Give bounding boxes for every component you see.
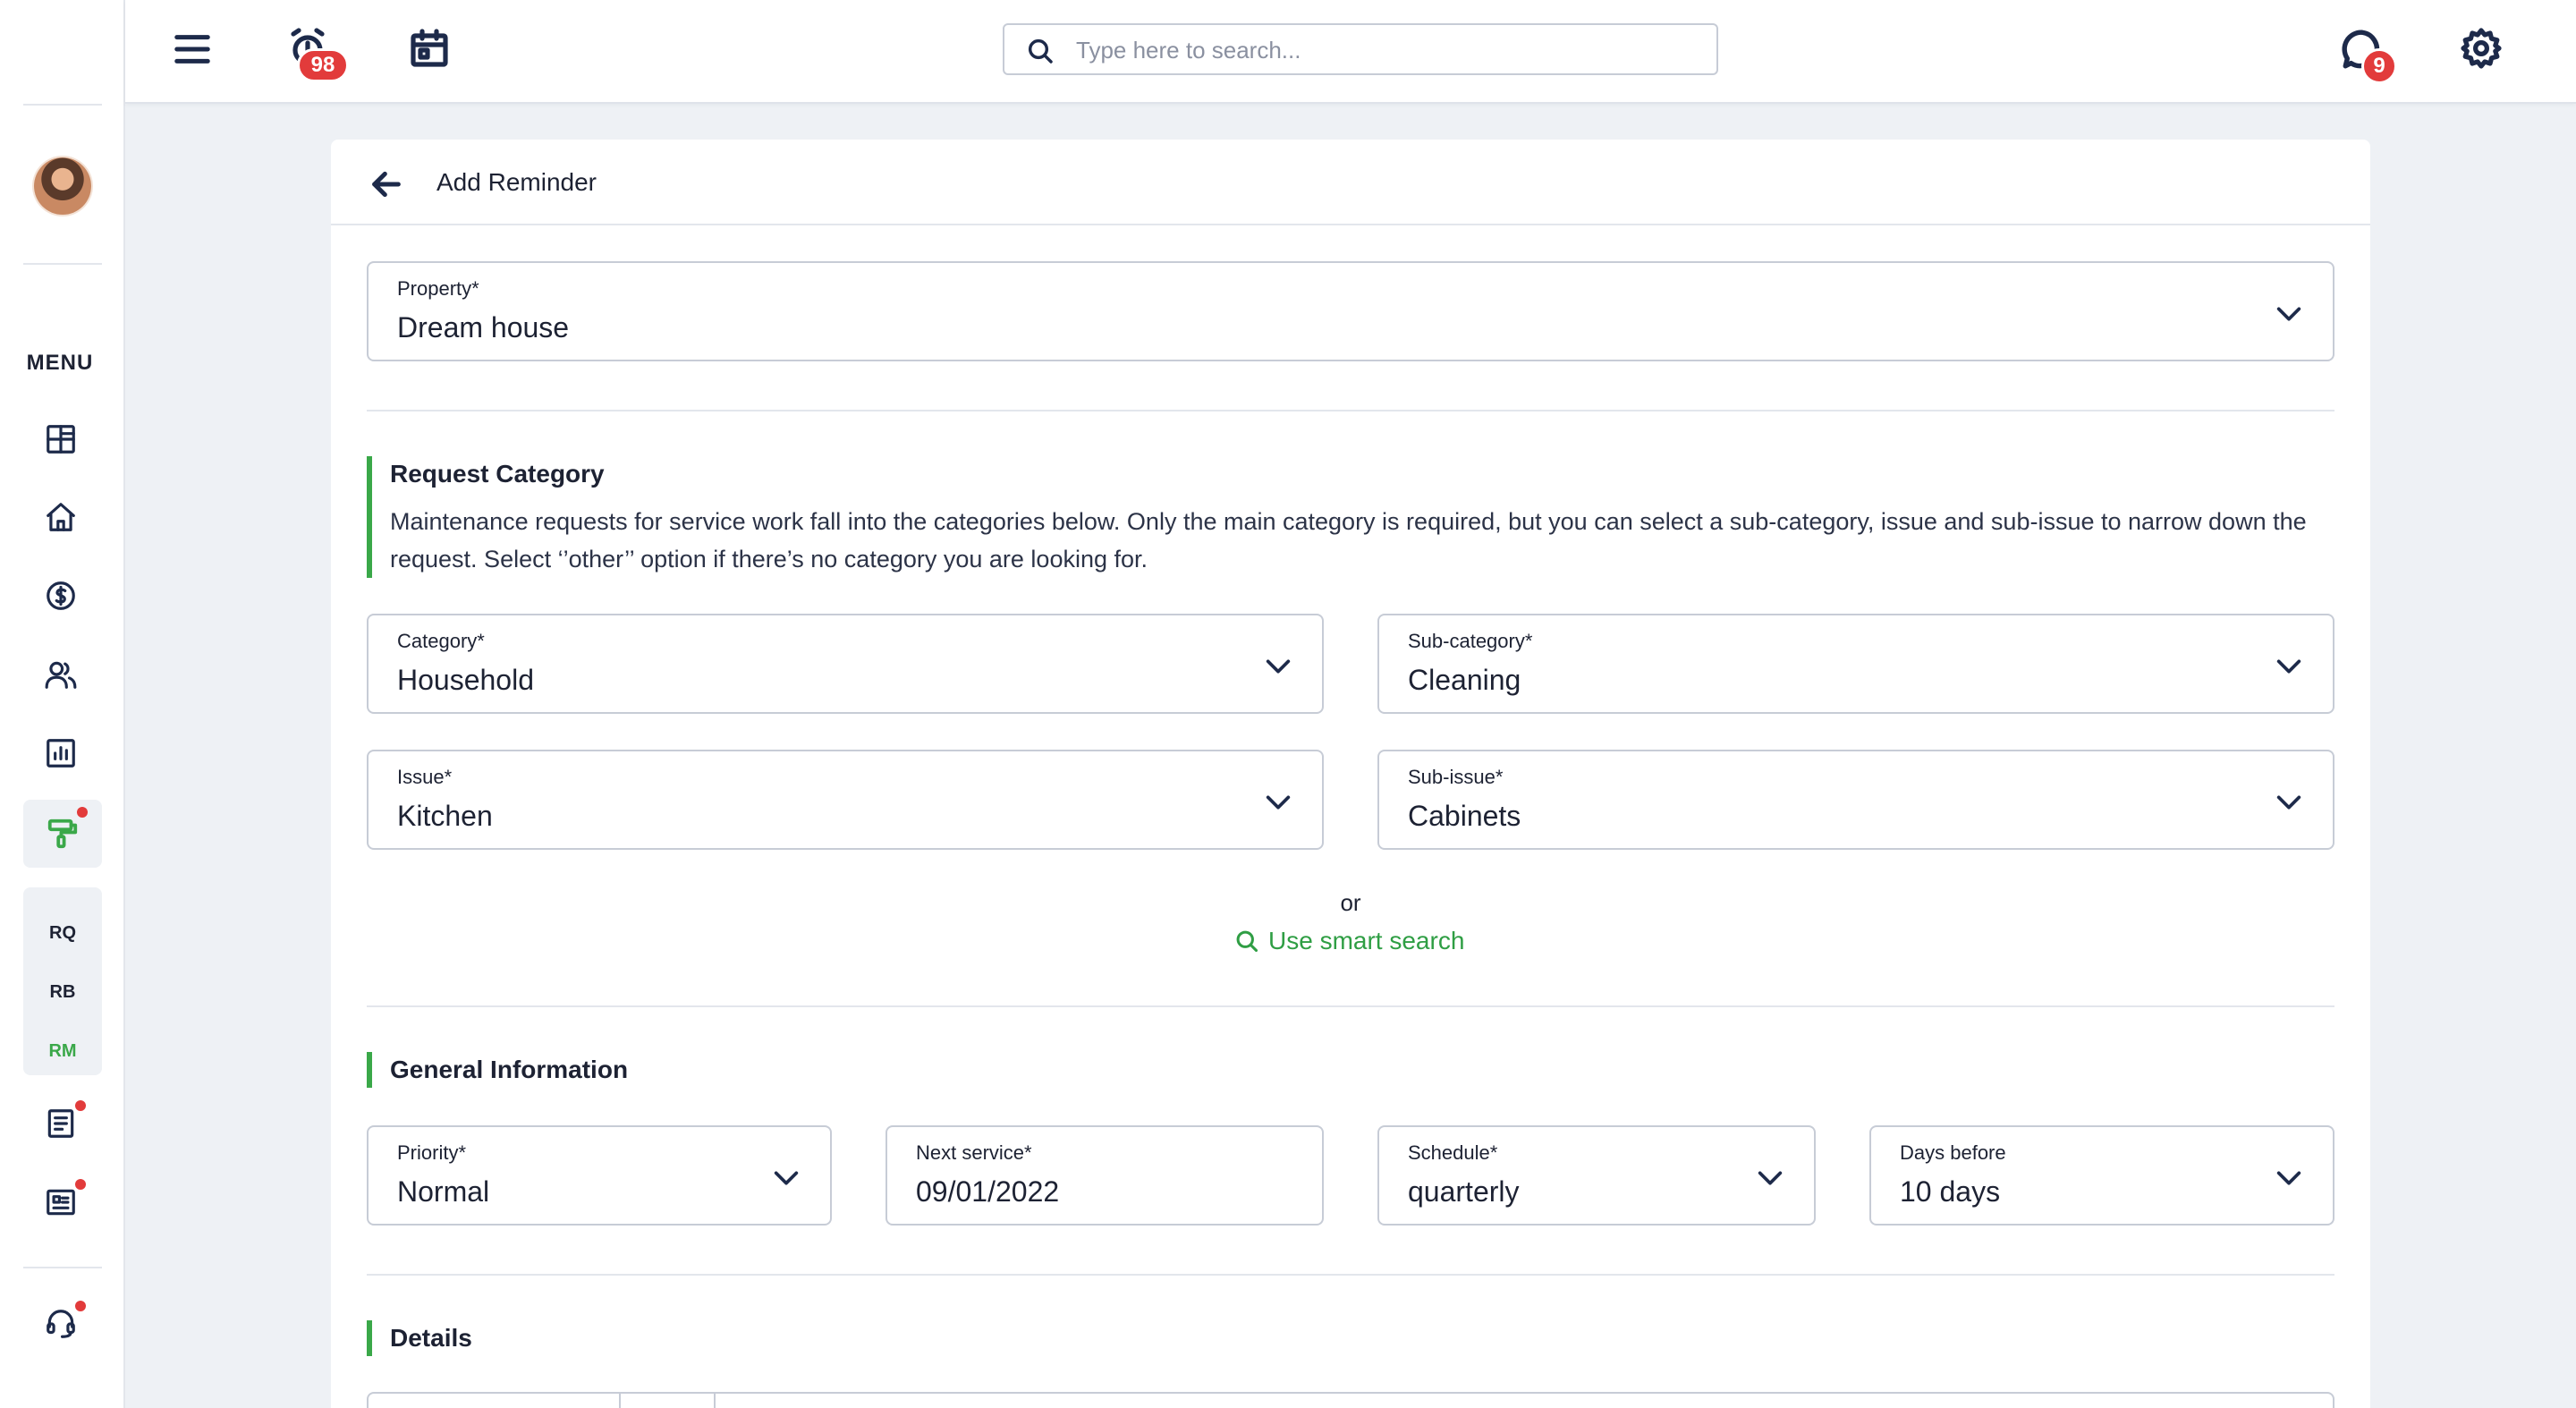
subissue-value: Cabinets xyxy=(1408,800,1521,832)
toolbar-separator xyxy=(619,1394,621,1408)
next-service-date-field[interactable]: Next service* 09/01/2022 xyxy=(886,1125,1324,1226)
back-arrow-icon[interactable] xyxy=(369,166,404,202)
schedule-value: quarterly xyxy=(1408,1175,1520,1208)
notification-dot xyxy=(75,1100,86,1111)
settings-gear-icon[interactable] xyxy=(2458,25,2504,72)
card-header: Add Reminder xyxy=(331,140,2370,225)
hamburger-menu-icon[interactable] xyxy=(170,27,215,72)
chevron-down-icon xyxy=(1263,651,1293,682)
next-service-label: Next service* xyxy=(916,1141,1032,1164)
submenu-item-rb[interactable]: RB xyxy=(23,982,102,1003)
sidebar-divider xyxy=(23,104,102,106)
subissue-label: Sub-issue* xyxy=(1408,766,1504,788)
subcategory-select[interactable]: Sub-category* Cleaning xyxy=(1377,614,2334,714)
section-divider xyxy=(367,410,2334,411)
support-headset-icon[interactable] xyxy=(39,1301,86,1345)
issue-select[interactable]: Issue* Kitchen xyxy=(367,750,1324,850)
schedule-select[interactable]: Schedule* quarterly xyxy=(1377,1125,1816,1226)
section-accent-bar xyxy=(367,1320,372,1356)
paint-roller-icon xyxy=(47,819,78,849)
chevron-down-icon xyxy=(2274,299,2304,329)
or-separator-text: or xyxy=(1340,889,1361,916)
days-before-label: Days before xyxy=(1900,1141,2006,1164)
chevron-down-icon xyxy=(1263,787,1293,818)
maintenance-nav-item[interactable] xyxy=(23,800,102,868)
section-accent-bar xyxy=(367,456,372,578)
document-icon[interactable] xyxy=(39,1100,86,1145)
chevron-down-icon xyxy=(2274,651,2304,682)
search-icon xyxy=(1028,38,1053,64)
request-category-title: Request Category xyxy=(390,460,605,488)
sidebar-divider xyxy=(23,263,102,265)
category-label: Category* xyxy=(397,630,485,652)
section-divider xyxy=(367,1274,2334,1276)
smart-search-link[interactable]: Use smart search xyxy=(1234,923,1464,959)
priority-value: Normal xyxy=(397,1175,490,1208)
days-before-select[interactable]: Days before 10 days xyxy=(1869,1125,2334,1226)
schedule-label: Schedule* xyxy=(1408,1141,1498,1164)
avatar[interactable] xyxy=(34,157,91,215)
issue-value: Kitchen xyxy=(397,800,493,832)
search-bar[interactable] xyxy=(1003,23,1718,75)
next-service-value: 09/01/2022 xyxy=(916,1175,1060,1208)
toolbar-separator xyxy=(714,1394,716,1408)
subcategory-label: Sub-category* xyxy=(1408,630,1533,652)
chevron-down-icon xyxy=(1755,1163,1785,1193)
chat-count-badge: 9 xyxy=(2361,48,2397,84)
subcategory-value: Cleaning xyxy=(1408,664,1521,696)
sidebar-divider xyxy=(23,1267,102,1268)
property-select[interactable]: Property* Dream house xyxy=(367,261,2334,361)
calendar-icon[interactable] xyxy=(406,25,453,72)
chevron-down-icon xyxy=(2274,787,2304,818)
property-value: Dream house xyxy=(397,311,570,344)
add-reminder-card: Add Reminder Property* Dream house Reque… xyxy=(331,140,2370,1408)
details-title: Details xyxy=(390,1324,472,1352)
dollar-icon[interactable] xyxy=(39,574,82,617)
search-input[interactable] xyxy=(1076,32,1693,68)
chevron-down-icon xyxy=(771,1163,801,1193)
alarm-count-badge: 98 xyxy=(297,48,349,82)
notification-dot xyxy=(77,807,88,818)
days-before-value: 10 days xyxy=(1900,1175,2001,1208)
news-icon[interactable] xyxy=(39,1179,86,1224)
search-icon xyxy=(1236,930,1258,953)
dashboard-icon[interactable] xyxy=(39,418,82,461)
submenu-item-rm[interactable]: RM xyxy=(23,1041,102,1062)
priority-label: Priority* xyxy=(397,1141,467,1164)
smart-search-label: Use smart search xyxy=(1268,927,1465,954)
reports-icon[interactable] xyxy=(39,732,82,775)
home-icon[interactable] xyxy=(39,496,82,539)
sidebar: MENU RQ RB RM xyxy=(0,0,125,1408)
subissue-select[interactable]: Sub-issue* Cabinets xyxy=(1377,750,2334,850)
notification-dot xyxy=(75,1301,86,1311)
issue-label: Issue* xyxy=(397,766,453,788)
submenu-item-rq[interactable]: RQ xyxy=(23,923,102,944)
general-information-title: General Information xyxy=(390,1056,629,1083)
chevron-down-icon xyxy=(2274,1163,2304,1193)
category-value: Household xyxy=(397,664,534,696)
category-select[interactable]: Category* Household xyxy=(367,614,1324,714)
top-bar: 98 9 xyxy=(125,0,2576,104)
section-accent-bar xyxy=(367,1052,372,1088)
users-icon[interactable] xyxy=(39,653,82,696)
property-label: Property* xyxy=(397,277,479,300)
details-editor[interactable] xyxy=(367,1392,2334,1408)
notification-dot xyxy=(75,1179,86,1190)
request-category-description: Maintenance requests for service work fa… xyxy=(390,508,2307,573)
menu-title: MENU xyxy=(26,351,94,375)
priority-select[interactable]: Priority* Normal xyxy=(367,1125,832,1226)
maintenance-submenu: RQ RB RM xyxy=(23,887,102,1075)
section-divider xyxy=(367,1005,2334,1007)
page-title: Add Reminder xyxy=(436,168,597,196)
